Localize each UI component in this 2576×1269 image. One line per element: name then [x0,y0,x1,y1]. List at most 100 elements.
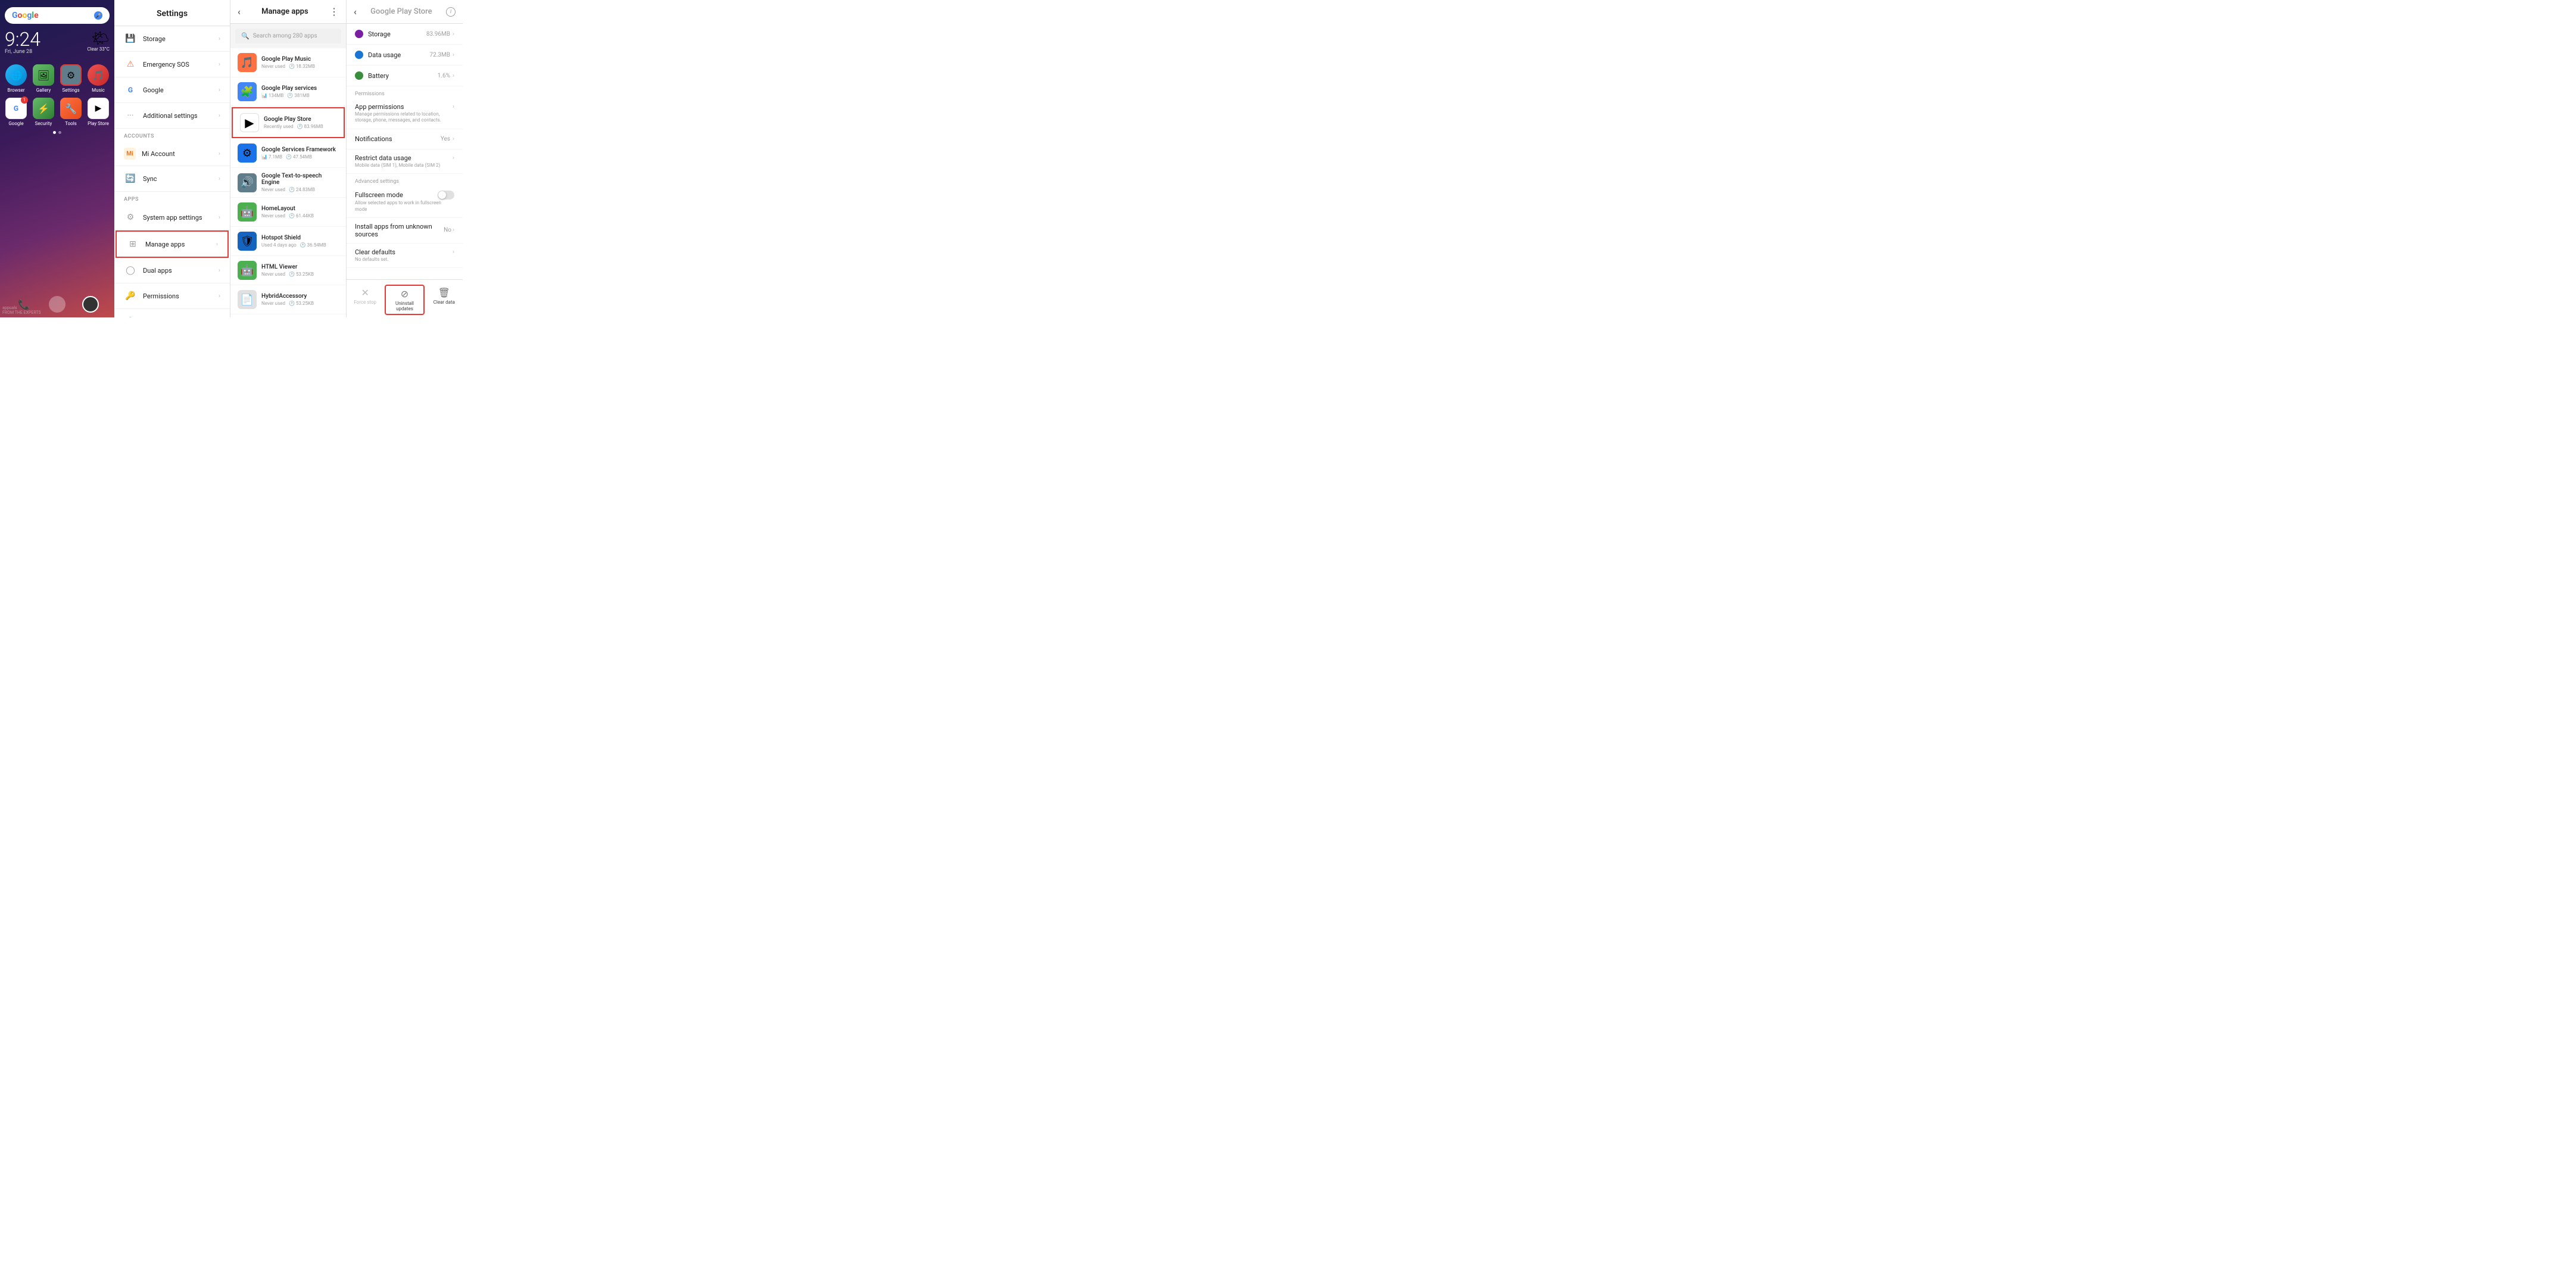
settings-item-google[interactable]: G Google › [114,77,230,103]
manage-apps-label: Manage apps [145,241,216,248]
clear-defaults-sub: No defaults set. [355,257,388,263]
app-permissions-label: App permissions [355,103,453,111]
fullscreen-toggle[interactable] [438,191,454,199]
permissions-chevron: › [219,293,220,300]
hotspot-shield-status: Used 4 days ago [261,242,297,248]
app-security[interactable]: ⚡ Security [32,98,55,126]
hotspot-shield-meta: Used 4 days ago 🕐 36.54MB [261,242,339,248]
settings-item-permissions[interactable]: 🔑 Permissions › [114,283,230,309]
security-label: Security [35,121,52,126]
detail-restrict-data[interactable]: Restrict data usage › Mobile data (SIM 1… [347,149,463,174]
app-item-gservices-fw[interactable]: ⚙ Google Services Framework 📊 7.1MB 🕐 47… [230,139,346,168]
home-btn[interactable] [49,296,66,313]
app-tools[interactable]: 🔧 Tools [60,98,82,126]
app-item-homelayout[interactable]: 🤖 HomeLayout Never used 🕐 61.44KB [230,198,346,227]
google-search-bar[interactable]: Google 🎤 [5,7,110,24]
gplay-services-info: Google Play services 📊 134MB 🕐 381MB [261,85,339,98]
gplay-music-status: Never used [261,64,285,69]
html-viewer-info: HTML Viewer Never used 🕐 53.25KB [261,264,339,277]
app-detail-panel: ‹ Google Play Store i Storage 83.96MB › … [347,0,463,317]
app-gallery[interactable]: 🖼 Gallery [32,64,55,93]
camera-btn[interactable] [82,296,99,313]
settings-item-dual-apps[interactable]: ◯ Dual apps › [114,258,230,283]
app-item-gplay-music[interactable]: 🎵 Google Play Music Never used 🕐 18.32MB [230,48,346,77]
gplay-services-icon: 🧩 [238,82,257,101]
settings-item-sync[interactable]: 🔄 Sync › [114,166,230,192]
detail-clear-defaults[interactable]: Clear defaults › No defaults set. [347,244,463,268]
uninstall-updates-icon: ⊘ [401,288,408,300]
manage-apps-search[interactable]: 🔍 Search among 280 apps [235,29,341,43]
gtts-name: Google Text-to-speech Engine [261,173,339,186]
app-grid: 🌐 Browser 🖼 Gallery ⚙ Settings 🎵 Music G… [5,64,110,126]
gplay-music-info: Google Play Music Never used 🕐 18.32MB [261,56,339,69]
gplay-music-meta: Never used 🕐 18.32MB [261,64,339,69]
settings-item-additional[interactable]: ··· Additional settings › [114,103,230,129]
app-item-html-viewer[interactable]: 🤖 HTML Viewer Never used 🕐 53.25KB [230,256,346,285]
gtts-info: Google Text-to-speech Engine Never used … [261,173,339,192]
settings-item-mi-account[interactable]: Mi Mi Account › [114,142,230,166]
settings-title: Settings [157,9,188,18]
app-music[interactable]: 🎵 Music [87,64,110,93]
app-item-gplay-store[interactable]: ▶ Google Play Store Recently used 🕐 83.9… [232,107,345,138]
manage-apps-title: Manage apps [241,7,329,16]
battery-chevron: › [453,73,454,79]
force-stop-action[interactable]: ✕ Force stop [347,285,383,315]
settings-item-manage-apps[interactable]: ⊞ Manage apps › [116,230,229,258]
app-settings[interactable]: ⚙ Settings [60,64,82,93]
gservices-fw-meta: 📊 7.1MB 🕐 47.54MB [261,154,339,160]
manage-apps-more-btn[interactable]: ⋮ [329,6,339,17]
gplay-store-icon: ▶ [240,113,259,132]
uninstall-updates-action[interactable]: ⊘ Uninstall updates [385,285,424,315]
gplay-services-meta: 📊 134MB 🕐 381MB [261,93,339,98]
time-weather-widget: 9:24 Fri, June 28 🌤 Clear 33°C [5,30,110,55]
manage-apps-header: ‹ Manage apps ⋮ [230,0,346,24]
storage-item-label: Storage [368,30,426,38]
detail-app-permissions[interactable]: App permissions › Manage permissions rel… [347,98,463,129]
app-item-gtts[interactable]: 🔊 Google Text-to-speech Engine Never use… [230,168,346,198]
additional-label: Additional settings [143,112,219,120]
system-apps-chevron: › [219,214,220,221]
tools-icon: 🔧 [60,98,82,119]
storage-chevron: › [453,31,454,38]
clear-defaults-chevron: › [453,249,454,255]
app-playstore[interactable]: ▶ Play Store [87,98,110,126]
info-icon[interactable]: i [446,7,456,17]
search-placeholder: Search among 280 apps [253,33,317,39]
gplay-store-info: Google Play Store Recently used 🕐 83.96M… [264,116,336,129]
hybrid-status: Never used [261,301,285,306]
clear-defaults-label: Clear defaults [355,248,453,256]
detail-data-usage[interactable]: Data usage 72.3MB › [347,45,463,66]
gtts-status: Never used [261,187,285,192]
manage-apps-chevron: › [216,241,218,248]
hybrid-size: 🕐 53.25KB [289,301,314,306]
detail-battery[interactable]: Battery 1.6% › [347,66,463,86]
detail-install-unknown[interactable]: Install apps from unknown sources No › [347,218,463,244]
settings-item-emergency[interactable]: ⚠ Emergency SOS › [114,52,230,77]
mi-account-icon: Mi [124,148,136,160]
app-item-hotspot-shield[interactable]: 🛡 Hotspot Shield Used 4 days ago 🕐 36.54… [230,227,346,256]
app-item-hybrid[interactable]: 📄 HybridAccessory Never used 🕐 53.25KB [230,285,346,314]
battery-value: 1.6% [438,73,450,79]
playstore-label: Play Store [88,121,109,126]
detail-notifications[interactable]: Notifications Yes › [347,129,463,149]
homelayout-icon: 🤖 [238,202,257,222]
settings-item-app-lock[interactable]: 🔒 App lock › [114,309,230,317]
settings-item-system-apps[interactable]: ⚙ System app settings › [114,205,230,230]
restrict-data-label: Restrict data usage [355,154,453,162]
detail-storage[interactable]: Storage 83.96MB › [347,24,463,45]
storage-label: Storage [143,35,219,43]
mic-icon[interactable]: 🎤 [94,11,102,20]
app-browser[interactable]: 🌐 Browser [5,64,27,93]
app-item-gplay-services[interactable]: 🧩 Google Play services 📊 134MB 🕐 381MB [230,77,346,107]
storage-icon: 💾 [124,32,137,45]
clear-data-action[interactable]: 🗑 Clear data [426,285,463,315]
gservices-fw-size: 🕐 47.54MB [286,154,312,160]
detail-fullscreen[interactable]: Fullscreen mode Allow selected apps to w… [347,186,463,218]
html-viewer-size: 🕐 53.25KB [289,272,314,277]
hybrid-icon: 📄 [238,290,257,309]
settings-item-storage[interactable]: 💾 Storage › [114,26,230,52]
google-label: Google [8,121,23,126]
settings-label: Settings [62,88,79,93]
data-usage-dot-icon [355,51,363,59]
app-google[interactable]: G 1 Google [5,98,27,126]
